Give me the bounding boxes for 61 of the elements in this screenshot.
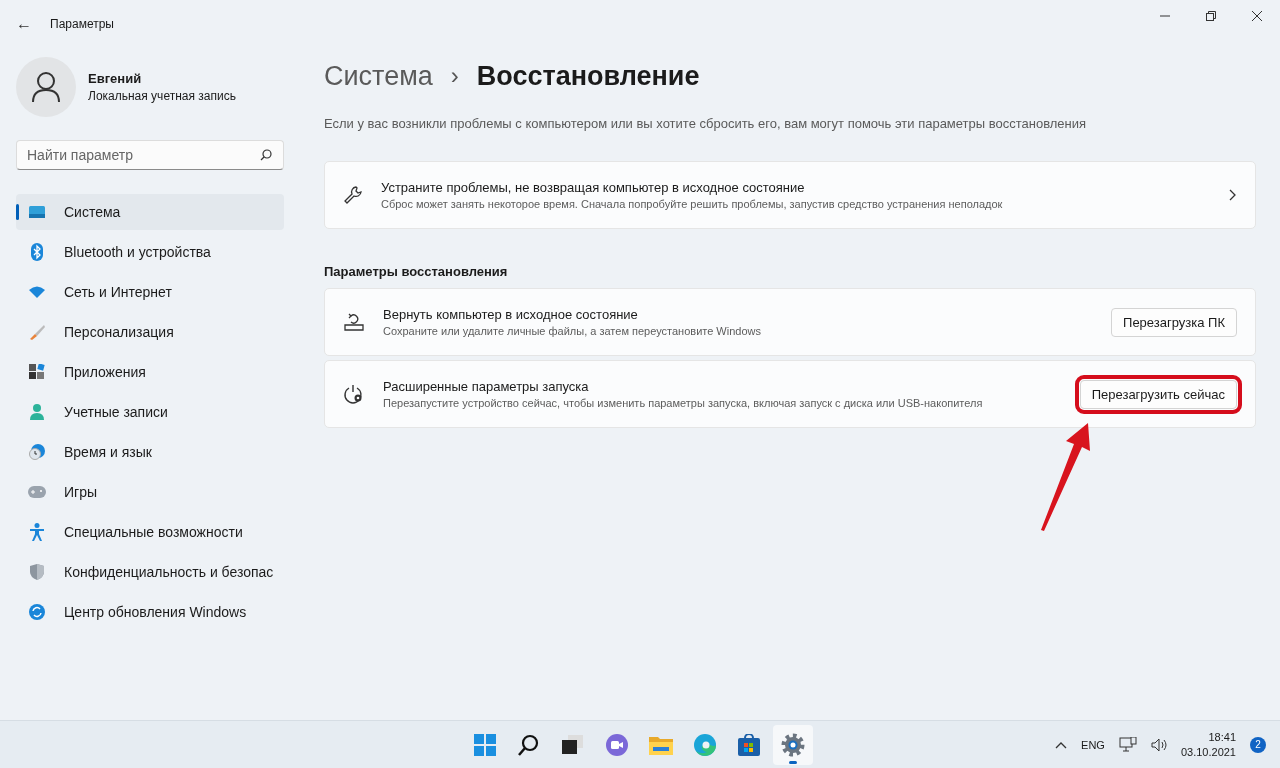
sidebar-item[interactable]: Персонализация: [16, 314, 284, 350]
search-field[interactable]: Найти параметр: [16, 140, 284, 170]
person-icon: [32, 72, 60, 102]
folder-icon: [649, 734, 673, 755]
camera-chat-icon: [606, 733, 628, 756]
restart-button[interactable]: Перезагрузка ПК: [1111, 307, 1237, 337]
monitor-icon: [28, 205, 46, 219]
chevron-right-icon: [1229, 189, 1237, 201]
troubleshoot-card[interactable]: Устраните проблемы, не возвращая компьютер в исходное состояние Сброс может занять некоторое время. Сначала попробуйте решить проблемы, запустив средство устранения неполадок: [324, 161, 1256, 229]
back-button[interactable]: ←: [16, 15, 32, 33]
user-name: Евгений: [88, 71, 143, 86]
network-monitor-icon: [1118, 736, 1137, 753]
section-title: Параметры восстановления: [324, 264, 509, 279]
window-title: Параметры: [50, 17, 114, 31]
clock-time[interactable]: 18:41: [1180, 729, 1236, 745]
option-title: Расширенные параметры запуска: [383, 379, 590, 394]
option-description: Перезапустите устройство сейчас, чтобы изменить параметры запуска, включая запуск с диска или USB-накопителя: [383, 397, 984, 409]
update-icon: [29, 604, 45, 620]
account-type: Локальная учетная запись: [88, 89, 236, 103]
sidebar-item[interactable]: Учетные записи: [16, 394, 284, 430]
shield-icon: [30, 564, 44, 580]
breadcrumb-link[interactable]: Система: [324, 60, 433, 92]
sidebar-item[interactable]: Приложения: [16, 354, 284, 390]
sidebar-item[interactable]: Время и язык: [16, 434, 284, 470]
page-description: Если у вас возникли проблемы с компьютером или вы хотите сбросить его, вам могут помочь эти параметры восстановления: [324, 116, 1088, 131]
sidebar-item[interactable]: Игры: [16, 474, 284, 510]
accessibility-icon: [30, 523, 44, 541]
page-title: Восстановление: [476, 60, 700, 92]
clock-icon: [29, 444, 45, 460]
search-icon: [518, 733, 540, 756]
gear-icon: [781, 732, 805, 757]
option-title: Вернуть компьютер в исходное состояние: [383, 307, 639, 322]
gamepad-icon: [28, 486, 46, 498]
bluetooth-icon: [30, 243, 44, 261]
option-description: Сохраните или удалите личные файлы, а затем переустановите Windows: [383, 325, 762, 337]
brush-icon: [29, 324, 45, 340]
wifi-icon: [28, 285, 46, 299]
apps-icon: [29, 364, 45, 380]
search-icon: [260, 149, 272, 161]
task-view-icon: [562, 734, 584, 755]
sidebar-item[interactable]: Специальные возможности: [16, 514, 284, 550]
edge-icon: [694, 733, 716, 756]
chevron-up-icon: [1055, 740, 1068, 749]
language-indicator[interactable]: ENG: [1081, 738, 1105, 751]
wrench-icon: [343, 185, 363, 205]
clock-date[interactable]: 03.10.2021: [1180, 744, 1236, 760]
windows-logo-icon: [474, 733, 496, 756]
sidebar-item[interactable]: Bluetooth и устройства: [16, 234, 284, 270]
sidebar-item[interactable]: Конфиденциальность и безопас: [16, 554, 284, 590]
speaker-icon: [1150, 737, 1167, 752]
restore-icon: [1206, 11, 1216, 21]
person-icon: [29, 404, 45, 420]
sidebar-item[interactable]: Центр обновления Windows: [16, 594, 284, 630]
notification-badge[interactable]: 2: [1250, 736, 1266, 753]
sidebar-item[interactable]: Сеть и Интернет: [16, 274, 284, 310]
power-gear-icon: [343, 384, 365, 404]
reset-icon: [343, 313, 365, 331]
store-bag-icon: [738, 733, 760, 756]
breadcrumb-separator: ›: [450, 62, 459, 90]
close-icon: [1252, 11, 1262, 21]
sidebar-item[interactable]: Система: [16, 194, 284, 230]
